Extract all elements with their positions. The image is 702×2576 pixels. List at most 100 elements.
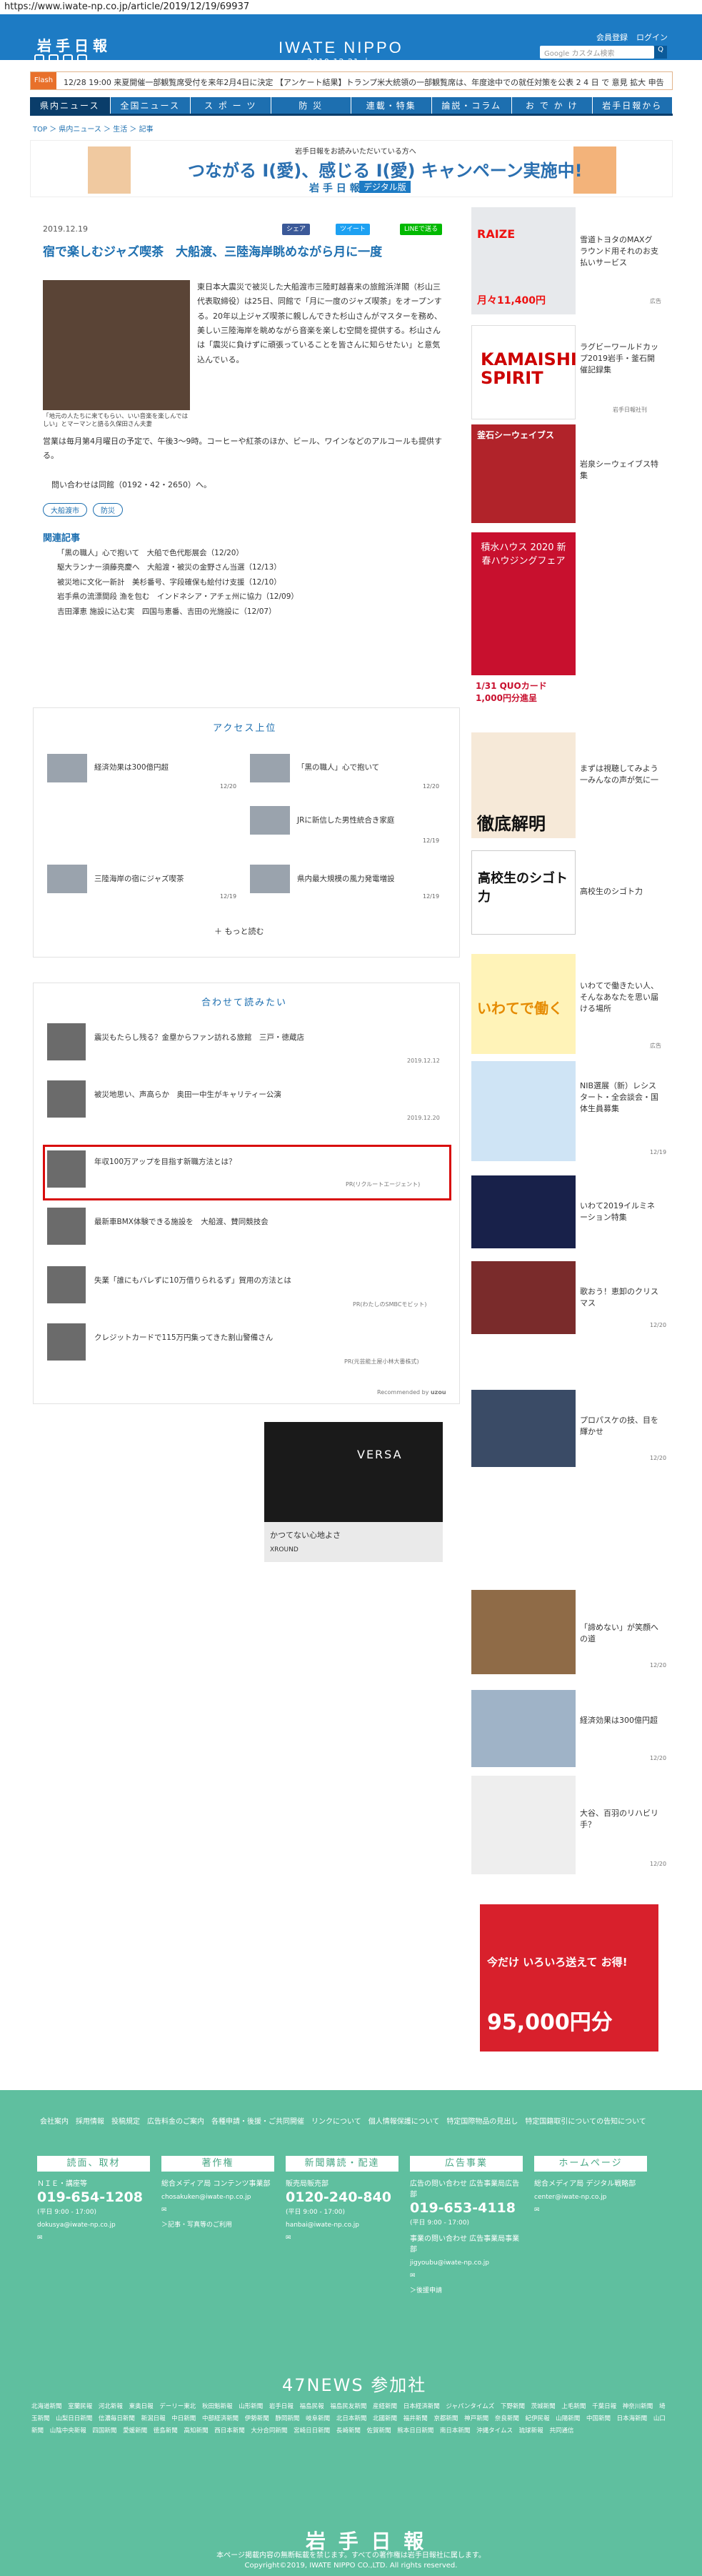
- flash-text[interactable]: 12/28 19:00 来夏開催一部観覧席受付を来年2月4日に決定 【アンケート…: [64, 76, 663, 88]
- side-tetteikaimei[interactable]: 徹底解明: [471, 732, 576, 838]
- side-ad-sekisui[interactable]: 積水ハウス 2020 新春ハウジングフェア 1/31 QUOカード1,000円分…: [471, 532, 576, 720]
- side-image[interactable]: [471, 1390, 576, 1467]
- side-title[interactable]: 雪道トヨタのMAXグラウンド用それのお支払いサービス: [580, 234, 658, 269]
- nav-item-local[interactable]: 県内ニュース: [30, 97, 111, 114]
- footer-link[interactable]: ＞記事・写真等のご利用: [161, 2219, 274, 2229]
- line-share-button[interactable]: LINEで送る: [400, 224, 443, 235]
- side-image[interactable]: [471, 1061, 576, 1161]
- footer-logo[interactable]: 岩 手 日 報: [306, 2526, 426, 2555]
- rank-image[interactable]: [250, 806, 290, 835]
- tag-ofunato[interactable]: 大船渡市: [43, 503, 87, 517]
- related-item[interactable]: 「黒の職人」心で抱いて 大船で色代彫展会（12/20）: [57, 546, 299, 560]
- side-title[interactable]: まずは視聴してみよう一みんなの声が気に一: [580, 763, 658, 786]
- rank-image[interactable]: [47, 865, 87, 893]
- nav-item-from-nippo[interactable]: 岩手日報から: [592, 97, 673, 114]
- rank-title[interactable]: JRに新信した男性統合き家庭: [297, 815, 394, 825]
- footer-mail[interactable]: dokusya@iwate-np.co.jp: [37, 2222, 150, 2229]
- recommend-title[interactable]: 震災もたらし残る？金塁からファン訪れる旅館 三戸・徳蔵店: [94, 1032, 304, 1043]
- campaign-banner[interactable]: 岩手日報をお読みいただいている方へ つながる I(愛)、感じる I(愛) キャン…: [30, 140, 673, 197]
- tweet-button[interactable]: ツイート: [336, 224, 371, 235]
- footer-link[interactable]: ＞後援申請: [410, 2285, 523, 2294]
- side-title[interactable]: いわてで働きたい人、そんなあなたを思い届ける場所: [580, 980, 658, 1015]
- side-title[interactable]: 岩泉シーウェイブス特集: [580, 459, 658, 482]
- phone-number[interactable]: 0120-240-840: [286, 2189, 398, 2205]
- xround-ad[interactable]: VERSA かつてない心地よさ XROUND: [264, 1422, 443, 1562]
- side-title[interactable]: 「諦めない」が笑顔への道: [580, 1622, 658, 1645]
- side-seawaves[interactable]: 釜石シーウェイブス: [471, 424, 576, 523]
- facebook-icon[interactable]: [49, 54, 59, 64]
- rank-title[interactable]: 「黒の職人」心で抱いて: [297, 762, 379, 772]
- mail-icon[interactable]: ✉: [37, 2234, 150, 2242]
- side-title[interactable]: NIB選展（新）レシスタート・全会談会・国体生員募集: [580, 1080, 658, 1115]
- recommend-title[interactable]: 失業「誰にもバレずに10万借りられるず」賀用の方法とは: [94, 1275, 291, 1285]
- register-link[interactable]: 会員登録: [596, 31, 628, 43]
- rank-title[interactable]: 経済効果は300億円超: [94, 762, 169, 772]
- side-image[interactable]: [471, 1776, 576, 1874]
- side-title[interactable]: 高校生のシゴト力: [580, 886, 658, 897]
- search-input[interactable]: Google カスタム検索: [540, 46, 654, 59]
- mail-icon[interactable]: ✉: [286, 2234, 398, 2242]
- rank-image[interactable]: [47, 754, 87, 782]
- more-button[interactable]: ＋ もっと読む: [214, 925, 264, 937]
- side-image[interactable]: [471, 1175, 576, 1248]
- search-icon[interactable]: Q: [654, 46, 667, 59]
- instagram-icon[interactable]: [77, 54, 87, 64]
- powered-by[interactable]: Recommended by uzou: [377, 1389, 446, 1396]
- recommend-image[interactable]: [47, 1208, 86, 1245]
- recommend-title[interactable]: クレジットカードで115万円集ってきた割山警備さん: [94, 1332, 273, 1343]
- side-shigoto[interactable]: 高校生のシゴト力: [471, 850, 576, 935]
- site-logo[interactable]: 岩手日報: [37, 34, 111, 55]
- recommend-image[interactable]: [47, 1266, 86, 1303]
- breadcrumb[interactable]: TOP ＞ 県内ニュース ＞ 生活 ＞ 記事: [33, 123, 154, 134]
- mail-icon[interactable]: ✉: [161, 2207, 274, 2214]
- rank-image[interactable]: [250, 865, 290, 893]
- side-image[interactable]: [471, 1590, 576, 1674]
- partner-list[interactable]: 北海道新聞 室蘭民報 河北新報 東奥日報 デーリー東北 秋田魁新報 山形新聞 岩…: [31, 2401, 671, 2437]
- mail-icon[interactable]: ✉: [534, 2207, 647, 2214]
- phone-number[interactable]: 019-653-4118: [410, 2200, 523, 2216]
- footer-mail[interactable]: hanbai@iwate-np.co.jp: [286, 2222, 398, 2229]
- nav-item-sports[interactable]: ス ポ ー ツ: [191, 97, 271, 114]
- nav-item-column[interactable]: 論説・コラム: [431, 97, 512, 114]
- rank-title[interactable]: 県内最大規模の風力発電増設: [297, 873, 395, 884]
- recommend-title[interactable]: 最新車BMX体験できる施設を 大船渡、賛同競技会: [94, 1216, 269, 1227]
- brand-name[interactable]: IWATE NIPPO: [279, 39, 403, 57]
- rank-title[interactable]: 三陸海岸の宿にジャズ喫茶: [94, 873, 184, 884]
- footer-mail[interactable]: center@iwate-np.co.jp: [534, 2194, 647, 2201]
- side-kamaishi[interactable]: KAMAISHI SPIRIT: [471, 325, 577, 419]
- recommend-image[interactable]: [47, 1080, 86, 1118]
- side-title[interactable]: プロパスケの技、目を輝かせ: [580, 1415, 658, 1438]
- recommend-image[interactable]: [47, 1323, 86, 1361]
- twitter-icon[interactable]: [34, 54, 44, 64]
- side-ad-raize[interactable]: RAIZE 月々11,400円: [471, 207, 576, 314]
- login-link[interactable]: ログイン: [636, 31, 668, 43]
- related-item[interactable]: 駆大ランナー須藤亮慶へ 大船渡・被災の金野さん当選（12/13）: [57, 560, 299, 575]
- article-photo[interactable]: [43, 280, 190, 410]
- side-image[interactable]: [471, 1261, 576, 1334]
- side-title[interactable]: 歌おう！恵卸のクリスマス: [580, 1286, 658, 1309]
- related-item[interactable]: 岩手県の流漂間段 漁を包む インドネシア・アチェ州に協力（12/09）: [57, 590, 299, 604]
- side-title[interactable]: 経済効果は300億円超: [580, 1715, 658, 1726]
- related-item[interactable]: 吉田澤恵 施設に込む実 四国与恵番、吉田の光施設に（12/07）: [57, 605, 299, 619]
- recommend-image[interactable]: [47, 1023, 86, 1060]
- side-ad-nescafe[interactable]: 今だけ いろいろ送えて お得! 95,000円分: [480, 1904, 658, 2052]
- related-item[interactable]: 被災地に文化一新計 美杉番号、字段確保も絵付け支援（12/10）: [57, 575, 299, 590]
- rank-image[interactable]: [250, 754, 290, 782]
- nav-item-outing[interactable]: お で か け: [512, 97, 593, 114]
- flash-ticker[interactable]: Flash 12/28 19:00 来夏開催一部観覧席受付を来年2月4日に決定 …: [30, 71, 673, 90]
- side-image[interactable]: [471, 1690, 576, 1767]
- nav-item-national[interactable]: 全国ニュース: [110, 97, 191, 114]
- browser-url[interactable]: https://www.iwate-np.co.jp/article/2019/…: [0, 0, 702, 14]
- footer-mail[interactable]: chosakuken@iwate-np.co.jp: [161, 2194, 274, 2201]
- tag-disaster[interactable]: 防災: [93, 503, 123, 517]
- facebook-share-button[interactable]: シェア: [282, 224, 311, 235]
- mail-icon[interactable]: ✉: [410, 2272, 523, 2279]
- nav-item-series[interactable]: 連載・特集: [351, 97, 432, 114]
- youtube-icon[interactable]: [63, 54, 73, 64]
- footer-mail[interactable]: jigyoubu@iwate-np.co.jp: [410, 2259, 523, 2267]
- recommend-title[interactable]: 被災地思い、声高らか 奥田一中生がキャリティー公演: [94, 1089, 281, 1100]
- side-title[interactable]: ラグビーワールドカップ2019岩手・釜石開催記録集: [580, 342, 658, 376]
- nav-item-disaster[interactable]: 防 災: [271, 97, 351, 114]
- footer-links[interactable]: 会社案内 採用情報 投稿規定 広告料金のご案内 各種申請・後援・ご共同開催 リン…: [40, 2115, 668, 2129]
- side-title[interactable]: 大谷、百羽のリハビリ手？: [580, 1808, 658, 1831]
